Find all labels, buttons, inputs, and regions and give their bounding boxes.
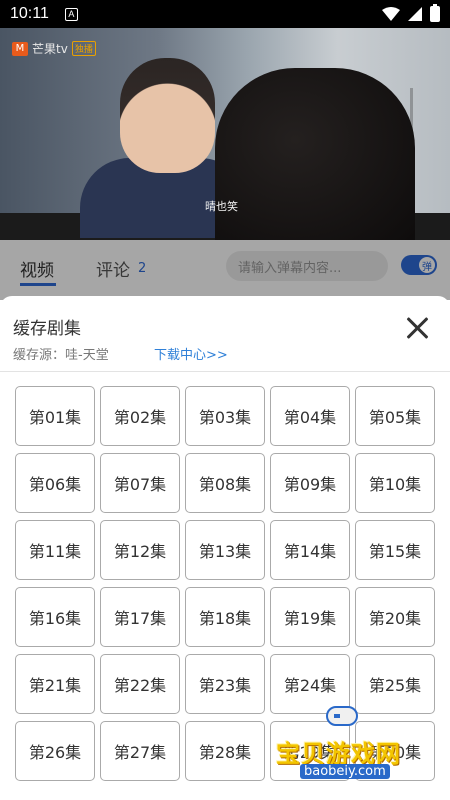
logo-tag: 独播	[71, 41, 96, 56]
episode-button[interactable]: 第22集	[100, 654, 180, 714]
scene-person-back	[215, 68, 415, 240]
status-icons	[382, 4, 440, 22]
episode-button[interactable]: 第27集	[100, 721, 180, 781]
episode-button[interactable]: 第04集	[270, 386, 350, 446]
download-center-link[interactable]: 下载中心>>	[154, 344, 228, 363]
scene-person-head	[120, 58, 215, 173]
logo-text: 芒果tv	[32, 42, 68, 56]
video-player[interactable]: M 芒果tv 独播 晴也笑	[0, 28, 450, 240]
episode-button[interactable]: 第16集	[15, 587, 95, 647]
status-bar: 10:11 A	[0, 0, 450, 28]
episode-button[interactable]: 第20集	[355, 587, 435, 647]
episode-button[interactable]: 第09集	[270, 453, 350, 513]
episode-button[interactable]: 第07集	[100, 453, 180, 513]
episode-button[interactable]: 第05集	[355, 386, 435, 446]
episode-button[interactable]: 第26集	[15, 721, 95, 781]
episode-button[interactable]: 第01集	[15, 386, 95, 446]
divider	[0, 371, 450, 372]
watermark-url: baobeiy.com	[300, 764, 390, 779]
episode-button[interactable]: 第15集	[355, 520, 435, 580]
episode-button[interactable]: 第19集	[270, 587, 350, 647]
episode-button[interactable]: 第21集	[15, 654, 95, 714]
episode-button[interactable]: 第08集	[185, 453, 265, 513]
episode-button[interactable]: 第06集	[15, 453, 95, 513]
episode-button[interactable]: 第02集	[100, 386, 180, 446]
watermark-logo: 宝贝游戏网 baobeiy.com	[276, 706, 426, 788]
episode-button[interactable]: 第24集	[270, 654, 350, 714]
episode-button[interactable]: 第03集	[185, 386, 265, 446]
episode-button[interactable]: 第17集	[100, 587, 180, 647]
video-subtitle: 晴也笑	[205, 200, 238, 213]
episode-button[interactable]: 第23集	[185, 654, 265, 714]
signal-icon	[408, 7, 422, 21]
close-icon[interactable]	[404, 314, 432, 342]
channel-logo: M 芒果tv 独播	[12, 40, 96, 57]
sheet-title: 缓存剧集	[13, 319, 81, 339]
episode-button[interactable]: 第11集	[15, 520, 95, 580]
clock: 10:11	[10, 5, 49, 22]
battery-icon	[430, 4, 440, 22]
wifi-icon	[382, 7, 400, 21]
cache-source: 缓存源：哇-天堂	[13, 348, 109, 363]
episode-button[interactable]: 第18集	[185, 587, 265, 647]
gamepad-icon	[326, 706, 358, 726]
mango-logo-icon: M	[12, 41, 28, 56]
episode-button[interactable]: 第10集	[355, 453, 435, 513]
episode-button[interactable]: 第12集	[100, 520, 180, 580]
episode-button[interactable]: 第14集	[270, 520, 350, 580]
episode-button[interactable]: 第13集	[185, 520, 265, 580]
overlay-shade[interactable]	[0, 240, 450, 300]
notification-icon: A	[64, 7, 78, 21]
episode-button[interactable]: 第28集	[185, 721, 265, 781]
episode-button[interactable]: 第25集	[355, 654, 435, 714]
